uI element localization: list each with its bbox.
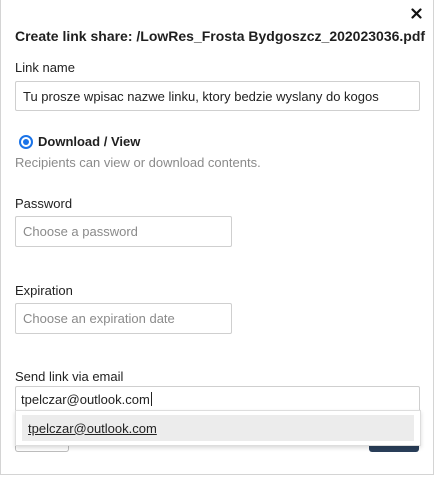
password-placeholder: Choose a password [23,224,138,239]
permission-download-view[interactable]: Download / View [19,134,140,149]
link-name-label: Link name [15,60,75,75]
permission-description: Recipients can view or download contents… [15,155,261,170]
password-input[interactable]: Choose a password [15,216,232,247]
link-name-value: Tu prosze wpisac nazwe linku, ktory bedz… [23,88,379,104]
close-button[interactable] [409,6,423,20]
radio-selected-icon[interactable] [19,134,33,149]
expiration-placeholder: Choose an expiration date [23,311,175,326]
expiration-input[interactable]: Choose an expiration date [15,303,232,334]
link-share-dialog: Create link share: /LowRes_Frosta Bydgos… [0,0,434,475]
email-input[interactable]: tpelczar@outlook.com [15,386,420,412]
cancel-button[interactable] [15,446,69,452]
email-suggestions-dropdown: tpelczar@outlook.com [15,410,421,446]
text-caret [150,392,152,406]
email-suggestion-item[interactable]: tpelczar@outlook.com [22,415,414,441]
submit-button[interactable] [369,446,419,452]
link-name-input[interactable]: Tu prosze wpisac nazwe linku, ktory bedz… [15,81,420,111]
dialog-title: Create link share: /LowRes_Frosta Bydgos… [15,28,426,44]
email-value: tpelczar@outlook.com [21,391,150,407]
expiration-label: Expiration [15,283,73,298]
password-label: Password [15,196,73,211]
close-icon [410,7,422,19]
email-label: Send link via email [15,369,124,384]
permission-option-label: Download / View [38,134,141,149]
